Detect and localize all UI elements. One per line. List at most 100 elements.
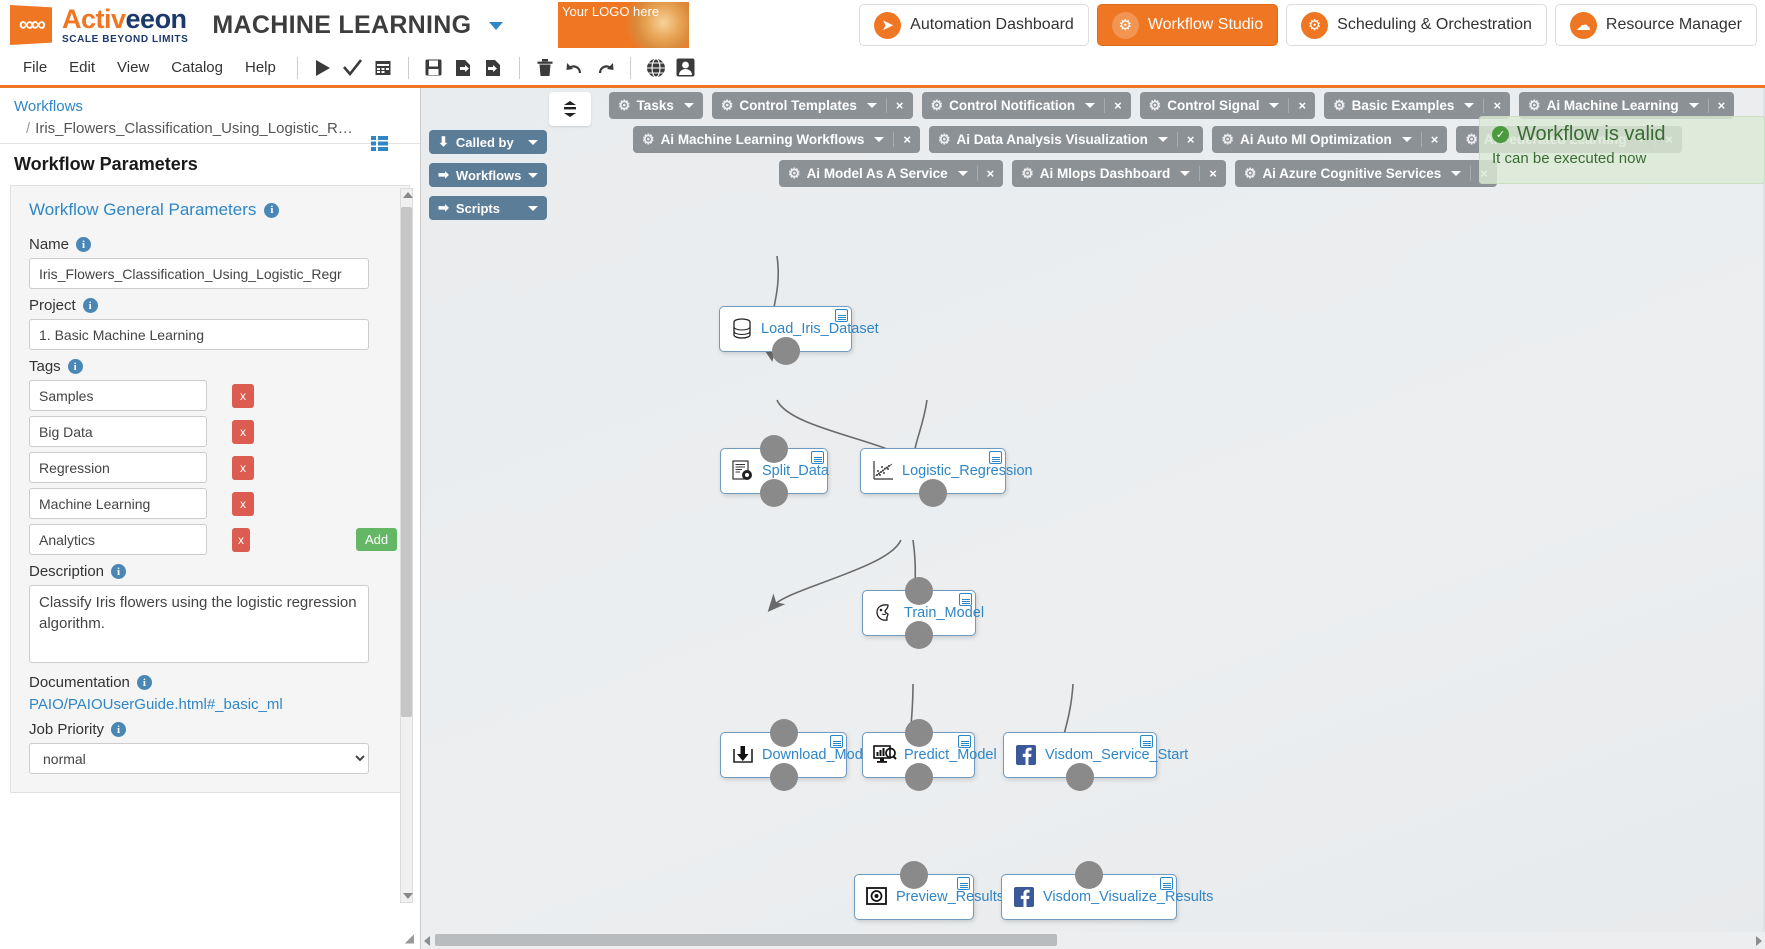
palette-tab-ai-auto-ml-optimization[interactable]: ⚙ Ai Auto Ml Optimization × <box>1212 126 1448 153</box>
close-icon[interactable]: × <box>885 98 913 113</box>
close-icon[interactable]: × <box>976 166 1004 181</box>
name-input[interactable] <box>29 258 369 289</box>
app-title[interactable]: MACHINE LEARNING <box>212 11 503 40</box>
export-icon[interactable] <box>479 55 509 81</box>
node-input-port[interactable] <box>760 435 788 463</box>
tag-remove-button[interactable]: x <box>232 383 254 408</box>
node-menu-icon[interactable] <box>1160 877 1173 890</box>
validate-icon[interactable] <box>338 55 368 81</box>
execute-icon[interactable] <box>308 55 338 81</box>
nav-scheduling-orchestration[interactable]: ⚙ Scheduling & Orchestration <box>1286 4 1547 46</box>
node-output-port[interactable] <box>905 621 933 649</box>
palette-tab-ai-machine-learning-workflows[interactable]: ⚙ Ai Machine Learning Workflows × <box>633 126 920 153</box>
tag-input[interactable] <box>29 524 207 555</box>
documentation-link[interactable]: PAIO/PAIOUserGuide.html#_basic_ml <box>29 696 391 713</box>
validation-toast[interactable]: ✓ Workflow is valid It can be executed n… <box>1479 116 1765 184</box>
scroll-thumb[interactable] <box>401 207 412 717</box>
canvas-horizontal-scrollbar[interactable] <box>421 932 1765 949</box>
menu-edit[interactable]: Edit <box>58 49 106 87</box>
palette-tab-ai-azure-cognitive-services[interactable]: ⚙Ai Azure Cognitive Services × <box>1234 160 1497 187</box>
node-output-port[interactable] <box>771 337 800 365</box>
node-input-port[interactable] <box>900 861 928 889</box>
info-icon[interactable]: i <box>111 722 127 737</box>
scroll-left-arrow-icon[interactable] <box>424 936 430 946</box>
node-visdom-visualize-results[interactable]: Visdom_Visualize_Results <box>1001 861 1213 920</box>
close-icon[interactable]: × <box>1199 166 1226 181</box>
close-icon[interactable]: × <box>1707 98 1735 113</box>
nav-resource-manager[interactable]: ☁ Resource Manager <box>1554 4 1757 46</box>
node-visdom-service-start[interactable]: Visdom_Service_Start <box>1003 732 1188 791</box>
scroll-up-arrow-icon[interactable] <box>403 192 413 198</box>
info-icon[interactable]: i <box>82 298 98 313</box>
info-icon[interactable]: i <box>136 675 152 690</box>
info-icon[interactable]: i <box>76 237 92 252</box>
node-input-port[interactable] <box>904 719 933 747</box>
scripts-button[interactable]: ➡ Scripts <box>429 196 548 220</box>
close-icon[interactable]: × <box>1104 98 1131 113</box>
close-icon[interactable]: × <box>1483 98 1510 113</box>
delete-icon[interactable] <box>530 55 560 81</box>
node-output-port[interactable] <box>1066 763 1094 791</box>
palette-tab-ai-machine-learning[interactable]: ⚙ Ai Machine Learning × <box>1519 92 1735 119</box>
brand-logo[interactable]: ∞∞ Activeeon SCALE BEYOND LIMITS <box>0 5 188 45</box>
palette-tab-ai-data-analysis-visualization[interactable]: ⚙ Ai Data Analysis Visualization × <box>928 126 1204 153</box>
info-icon[interactable]: i <box>67 359 83 374</box>
tag-input[interactable] <box>29 452 207 483</box>
node-output-port[interactable] <box>919 479 947 507</box>
palette-tab-tasks[interactable]: ⚙ Tasks <box>609 92 703 119</box>
node-split-data[interactable]: Split_Data <box>720 435 829 507</box>
node-menu-icon[interactable] <box>835 309 848 322</box>
palette-tab-control-signal[interactable]: ⚙ Control Signal × <box>1139 92 1316 119</box>
node-predict-model[interactable]: Predict_Model <box>862 719 997 791</box>
schedule-icon[interactable] <box>368 55 398 81</box>
nav-workflow-studio[interactable]: ⚙ Workflow Studio <box>1096 4 1279 46</box>
node-input-port[interactable] <box>905 577 933 605</box>
chevron-down-icon[interactable] <box>488 21 503 30</box>
menu-file[interactable]: File <box>12 49 58 87</box>
close-icon[interactable]: × <box>1420 132 1448 147</box>
node-menu-icon[interactable] <box>989 451 1002 464</box>
add-tag-button[interactable]: Add <box>356 528 398 551</box>
panel-resize-grip[interactable]: ◢ <box>405 931 414 945</box>
tag-input[interactable] <box>29 416 207 447</box>
sidebar-scrollbar[interactable] <box>400 188 413 903</box>
job-priority-select[interactable]: normal <box>29 743 369 774</box>
breadcrumb-workflows-link[interactable]: Workflows <box>14 98 420 115</box>
scroll-down-arrow-icon[interactable] <box>403 893 413 899</box>
node-input-port[interactable] <box>1075 861 1103 889</box>
node-load-iris-dataset[interactable]: Load_Iris_Dataset <box>719 306 879 365</box>
node-train-model[interactable]: Train_Model <box>862 577 984 649</box>
node-download-model[interactable]: Download_Model <box>720 719 874 791</box>
tag-remove-button[interactable]: x <box>232 419 254 444</box>
globe-icon[interactable] <box>641 55 671 81</box>
menu-catalog[interactable]: Catalog <box>160 49 234 87</box>
import-icon[interactable] <box>449 55 479 81</box>
tag-remove-button[interactable]: x <box>232 455 254 480</box>
node-menu-icon[interactable] <box>959 593 972 606</box>
palette-toggle-button[interactable] <box>549 92 591 126</box>
redo-icon[interactable] <box>590 55 620 81</box>
menu-help[interactable]: Help <box>234 49 287 87</box>
node-menu-icon[interactable] <box>958 735 971 748</box>
node-menu-icon[interactable] <box>957 877 970 890</box>
tag-input[interactable] <box>29 380 207 411</box>
palette-tab-control-notification[interactable]: ⚙ Control Notification × <box>921 92 1131 119</box>
node-menu-icon[interactable] <box>1140 735 1153 748</box>
close-icon[interactable]: × <box>1288 98 1315 113</box>
undo-icon[interactable] <box>560 55 590 81</box>
palette-tab-ai-model-as-a-service[interactable]: ⚙ Ai Model As A Service × <box>779 160 1004 187</box>
node-output-port[interactable] <box>904 763 933 791</box>
description-textarea[interactable]: Classify Iris flowers using the logistic… <box>29 585 369 663</box>
scroll-thumb[interactable] <box>435 934 1057 946</box>
workflows-button[interactable]: ➡ Workflows <box>429 163 548 187</box>
node-menu-icon[interactable] <box>830 735 843 748</box>
grid-view-toggle-icon[interactable] <box>371 136 388 151</box>
save-icon[interactable] <box>419 55 449 81</box>
scroll-right-arrow-icon[interactable] <box>1756 936 1762 946</box>
close-icon[interactable]: × <box>893 132 920 147</box>
node-menu-icon[interactable] <box>811 451 824 464</box>
info-icon[interactable]: i <box>111 564 127 579</box>
palette-tab-control-templates[interactable]: ⚙ Control Templates × <box>711 92 913 119</box>
node-input-port[interactable] <box>769 719 798 747</box>
tag-remove-button[interactable]: x <box>232 491 254 516</box>
